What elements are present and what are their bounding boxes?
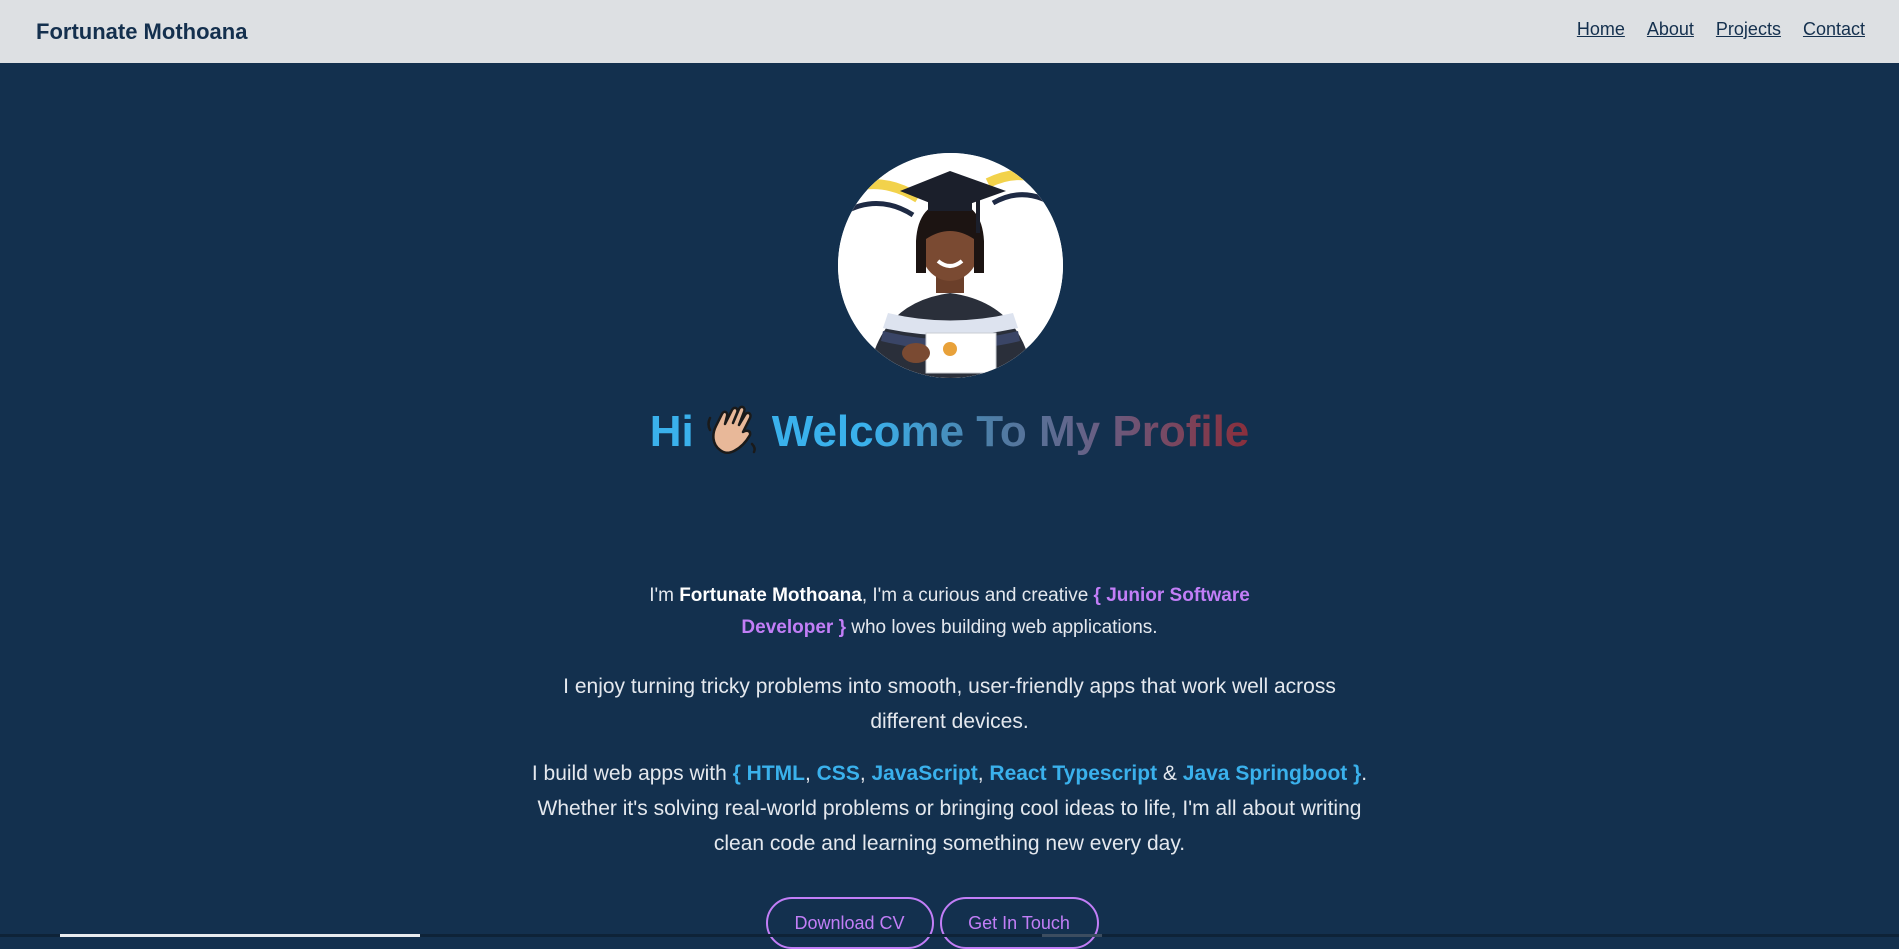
hero-buttons: Download CV Get In Touch (0, 897, 1899, 949)
intro-middle: , I'm a curious and creative (861, 585, 1094, 606)
welcome-text: Welcome To My Profile (771, 407, 1250, 456)
tech-stack-paragraph: I build web apps with { HTML, CSS, JavaS… (0, 756, 1899, 861)
problem-solving-paragraph: I enjoy turning tricky problems into smo… (0, 669, 1899, 739)
top-navbar: Fortunate Mothoana Home About Projects C… (0, 0, 1899, 63)
tech-css: CSS (816, 762, 860, 785)
tech-line2: Whether it's solving real-world problems… (537, 797, 1362, 820)
brand-name[interactable]: Fortunate Mothoana (36, 19, 247, 45)
tech-prefix: I build web apps with (531, 762, 733, 785)
intro-paragraph: I'm Fortunate Mothoana, I'm a curious an… (0, 580, 1899, 644)
nav-link-contact[interactable]: Contact (1803, 19, 1865, 40)
nav-links: Home About Projects Contact (1577, 19, 1865, 40)
profile-photo (838, 153, 1063, 378)
download-cv-button[interactable]: Download CV (765, 897, 934, 949)
intro-suffix: who loves building web applications. (845, 617, 1158, 638)
tech-sep: , (804, 762, 817, 785)
tech-java-springboot: Java Springboot } (1182, 762, 1362, 785)
greeting-text: Hi (649, 407, 694, 456)
intro-name: Fortunate Mothoana (679, 585, 862, 606)
intro-role-line2: Developer } (741, 617, 846, 638)
welcome-headline: Hi Welcome To My Profile (0, 404, 1899, 457)
tech-amp: & (1157, 762, 1183, 785)
intro-role-line1: { Junior Software (1093, 585, 1250, 606)
tech-line3: clean code and learning something new ev… (713, 832, 1186, 855)
profile-avatar (838, 153, 1063, 378)
nav-link-home[interactable]: Home (1577, 19, 1625, 40)
paragraph2-line1: I enjoy turning tricky problems into smo… (563, 675, 1336, 698)
get-in-touch-button[interactable]: Get In Touch (939, 897, 1099, 949)
tech-react-typescript: React Typescript (989, 762, 1158, 785)
paragraph2-line2: different devices. (870, 710, 1029, 733)
tech-html: { HTML (732, 762, 805, 785)
tech-sep: , (977, 762, 990, 785)
hero-section: Hi Welcome To My Profile I'm Fortunate M… (0, 63, 1899, 949)
intro-prefix: I'm (649, 585, 680, 606)
waving-hand-icon (706, 404, 762, 455)
tech-sep: , (859, 762, 872, 785)
tech-end: . (1361, 762, 1368, 785)
nav-link-projects[interactable]: Projects (1716, 19, 1781, 40)
nav-link-about[interactable]: About (1647, 19, 1694, 40)
tech-javascript: JavaScript (871, 762, 978, 785)
